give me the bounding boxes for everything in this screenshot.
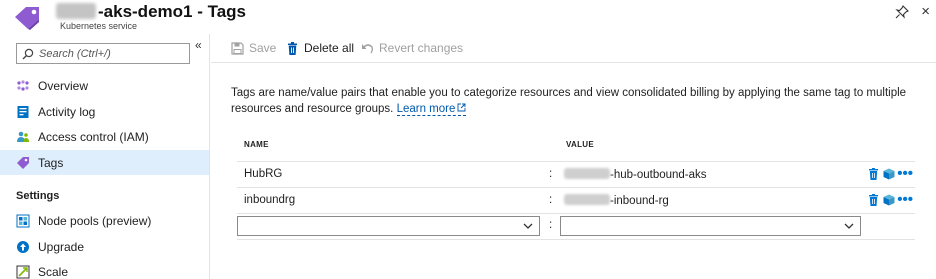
pin-icon[interactable] [895, 5, 909, 19]
separator: : [549, 194, 553, 206]
sidebar-item-tags[interactable]: Tags [0, 150, 209, 175]
sidebar-item-label: Tags [38, 155, 64, 170]
tag-icon [15, 7, 39, 30]
redacted-name [56, 3, 96, 19]
table-row: inboundrg : -inbound-rg ••• [237, 187, 915, 213]
sidebar-item-iam[interactable]: Access control (IAM) [0, 124, 209, 149]
new-tag-value-select[interactable] [560, 216, 861, 236]
table-row: HubRG : -hub-outbound-aks ••• [237, 161, 915, 187]
sidebar-item-overview[interactable]: Overview [0, 73, 209, 98]
tag-value[interactable]: -inbound-rg [564, 194, 669, 207]
scale-icon [16, 265, 30, 279]
undo-icon [361, 42, 374, 55]
sidebar-item-upgrade[interactable]: Upgrade [0, 234, 209, 259]
upgrade-icon [16, 240, 30, 254]
resource-cube-icon[interactable] [882, 193, 895, 206]
column-header-value: VALUE [566, 140, 595, 149]
row-actions: ••• [865, 166, 913, 181]
sidebar: « Overview Activity log [0, 34, 210, 279]
external-link-icon [457, 103, 466, 112]
page-subtitle: Kubernetes service [60, 21, 138, 31]
sidebar-item-label: Scale [38, 264, 69, 279]
delete-icon[interactable] [867, 167, 880, 180]
node-pools-icon [16, 214, 30, 228]
collapse-sidebar-icon[interactable]: « [195, 38, 202, 52]
column-header-name: NAME [244, 140, 269, 149]
page-title: -aks-demo1 - Tags [56, 2, 246, 22]
redacted-value [564, 194, 610, 205]
chevron-down-icon [844, 223, 854, 229]
tags-description: Tags are name/value pairs that enable yo… [231, 87, 907, 116]
sidebar-item-label: Overview [38, 78, 89, 93]
sidebar-item-scale[interactable]: Scale [0, 259, 209, 279]
redacted-value [564, 168, 610, 179]
trash-icon [286, 41, 299, 55]
revert-changes-button[interactable]: Revert changes [361, 40, 463, 56]
sidebar-item-activity-log[interactable]: Activity log [0, 99, 209, 124]
delete-icon[interactable] [867, 193, 880, 206]
tag-name[interactable]: HubRG [244, 168, 282, 180]
activity-log-icon [16, 105, 30, 119]
more-options-icon[interactable]: ••• [897, 192, 913, 207]
sidebar-item-node-pools[interactable]: Node pools (preview) [0, 208, 209, 233]
sidebar-item-label: Node pools (preview) [38, 213, 152, 228]
iam-icon [16, 130, 30, 144]
learn-more-link[interactable]: Learn more [396, 103, 467, 116]
save-icon [231, 41, 244, 55]
section-settings-header: Settings [16, 190, 60, 202]
row-actions: ••• [865, 192, 913, 207]
new-row-divider [237, 213, 915, 214]
blade-header: -aks-demo1 - Tags Kubernetes service × [0, 0, 936, 34]
resource-cube-icon[interactable] [882, 167, 895, 180]
close-icon[interactable]: × [921, 4, 930, 19]
search-input[interactable] [39, 45, 187, 62]
sidebar-item-label: Access control (IAM) [38, 129, 149, 144]
save-button[interactable]: Save [231, 40, 276, 56]
sidebar-item-label: Upgrade [38, 239, 85, 254]
tag-value[interactable]: -hub-outbound-aks [564, 168, 707, 181]
overview-icon [16, 79, 30, 93]
command-bar: Save Delete all Revert changes [211, 34, 936, 63]
sidebar-search[interactable] [16, 43, 190, 64]
chevron-down-icon [523, 223, 533, 229]
tag-icon [16, 156, 30, 170]
sidebar-item-label: Activity log [38, 104, 96, 119]
tag-name[interactable]: inboundrg [244, 194, 295, 206]
separator: : [549, 219, 553, 231]
new-tag-name-select[interactable] [237, 216, 540, 236]
search-icon [22, 48, 34, 60]
more-options-icon[interactable]: ••• [897, 166, 913, 181]
separator: : [549, 168, 553, 180]
delete-all-button[interactable]: Delete all [286, 40, 354, 56]
table-bottom-divider [237, 239, 915, 240]
